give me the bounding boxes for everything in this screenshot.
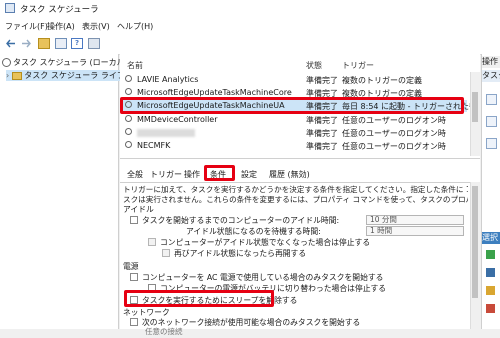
clock-icon — [2, 58, 11, 67]
tab-strip: 全般 トリガー 操作 条件 設定 履歴 (無効) — [120, 166, 480, 183]
folder-icon[interactable] — [38, 38, 50, 49]
forward-arrow-icon[interactable] — [20, 38, 32, 49]
task-name: MicrosoftEdgeUpdateTaskMachineCore — [137, 88, 292, 97]
task-status: 準備完了 — [306, 142, 338, 151]
task-status: 準備完了 — [306, 129, 338, 138]
task-scheduler-app-icon — [5, 3, 15, 13]
conditions-intro-line2: スクは実行されません。これらの条件を変更するには、プロパティ コマンドを使って、… — [123, 195, 468, 204]
tab-general[interactable]: 全般 — [127, 169, 143, 180]
task-trigger: 任意のユーザーのログオン時 — [342, 116, 446, 125]
tree-root-label: タスク スケジューラ (ローカル) — [13, 58, 128, 67]
menu-action[interactable]: 操作(A) — [47, 21, 75, 32]
tab-actions[interactable]: 操作 — [184, 169, 200, 180]
conditions-scrollbar[interactable] — [470, 182, 480, 329]
stop-icon[interactable] — [486, 268, 495, 277]
task-name: LAVIE Analytics — [137, 75, 199, 84]
idle-start-label: タスクを開始するまでのコンピューターのアイドル時間: — [142, 216, 340, 225]
task-row[interactable]: MMDeviceController 準備完了 任意のユーザーのログオン時 — [123, 114, 467, 126]
task-row[interactable]: 準備完了 任意のユーザーのログオン時 — [123, 127, 467, 139]
task-icon — [125, 115, 132, 122]
action-icon[interactable] — [486, 116, 497, 127]
highlight-selected-task — [120, 97, 464, 114]
task-trigger: 複数のトリガーの定義 — [342, 76, 422, 85]
power-ac-label: コンピューターを AC 電源で使用している場合のみタスクを開始する — [142, 273, 384, 282]
idle-wait-select[interactable]: 1 時間 — [366, 226, 464, 236]
window-title: タスク スケジューラ — [20, 5, 99, 15]
run-icon[interactable] — [486, 250, 495, 259]
task-row[interactable]: NECMFK 準備完了 任意のユーザーのログオン時 — [123, 140, 467, 152]
actions-header: 操作 — [482, 56, 500, 68]
power-section-label: 電源 — [123, 262, 139, 271]
folder-icon — [11, 71, 22, 80]
idle-start-checkbox[interactable] — [130, 216, 138, 224]
task-name: MMDeviceController — [137, 115, 218, 124]
tab-settings[interactable]: 設定 — [241, 169, 257, 180]
toolbar: ? — [0, 34, 500, 55]
title-bar: タスク スケジューラ — [0, 0, 500, 19]
scrollbar-thumb[interactable] — [472, 186, 478, 298]
task-name: NECMFK — [137, 141, 171, 150]
action-icon[interactable] — [486, 138, 497, 149]
task-icon — [125, 141, 132, 148]
task-status: 準備完了 — [306, 76, 338, 85]
idle-duration-select[interactable]: 10 分間 — [366, 215, 464, 225]
help-icon[interactable]: ? — [71, 38, 83, 49]
task-trigger: 任意のユーザーのログオン時 — [342, 142, 446, 151]
tree-root[interactable]: タスク スケジューラ (ローカル) — [2, 57, 128, 68]
idle-section-label: アイドル — [123, 205, 154, 214]
back-arrow-icon[interactable] — [5, 38, 17, 49]
highlight-wake-option — [124, 290, 274, 307]
task-trigger: 任意のユーザーのログオン時 — [342, 129, 446, 138]
highlight-conditions-tab — [204, 165, 235, 181]
task-status: 準備完了 — [306, 116, 338, 125]
task-row[interactable]: LAVIE Analytics 準備完了 複数のトリガーの定義 — [123, 74, 467, 86]
network-connection-select[interactable]: 任意の接続 — [142, 328, 262, 338]
network-checkbox[interactable] — [130, 318, 138, 326]
tab-triggers[interactable]: トリガー — [150, 169, 182, 180]
task-icon — [125, 128, 132, 135]
column-header-name[interactable]: 名前 — [127, 60, 143, 71]
actions-pane: 操作 タスク 選択 — [481, 54, 500, 329]
menu-view[interactable]: 表示(V) — [82, 21, 110, 32]
task-icon — [125, 75, 132, 82]
idle-restart-label: 再びアイドル状態になったら再開する — [174, 249, 307, 258]
task-icon — [125, 88, 132, 95]
menu-file[interactable]: ファイル(F) — [5, 21, 48, 32]
idle-restart-checkbox[interactable] — [162, 249, 170, 257]
power-ac-checkbox[interactable] — [130, 273, 138, 281]
menu-bar: ファイル(F) 操作(A) 表示(V) ヘルプ(H) — [0, 18, 500, 34]
column-header-status[interactable]: 状態 — [306, 60, 322, 71]
scrollbar-thumb[interactable] — [472, 92, 478, 122]
task-list-scrollbar[interactable] — [470, 72, 480, 156]
properties-icon[interactable] — [55, 38, 67, 49]
task-name-blurred — [137, 129, 195, 137]
tab-history[interactable]: 履歴 (無効) — [269, 169, 310, 180]
idle-stop-checkbox[interactable] — [148, 238, 156, 246]
action-icon[interactable] — [486, 94, 497, 105]
actions-item[interactable]: タスク — [482, 70, 500, 82]
idle-stop-label: コンピューターがアイドル状態でなくなった場合は停止する — [160, 238, 371, 247]
actions-selected-section[interactable]: 選択 — [482, 232, 500, 244]
pane-divider — [120, 158, 480, 159]
column-header-trigger[interactable]: トリガー — [342, 60, 374, 71]
export-icon[interactable] — [486, 286, 495, 295]
chevron-right-icon: › — [6, 71, 10, 80]
idle-wait-label: アイドル状態になるのを待機する時間: — [186, 227, 321, 236]
navigation-tree: タスク スケジューラ (ローカル) › タスク スケジューラ ライブラリ — [0, 54, 144, 329]
show-hide-pane-icon[interactable] — [88, 38, 100, 49]
delete-icon[interactable] — [486, 304, 495, 313]
main-pane: 名前 状態 トリガー LAVIE Analytics 準備完了 複数のトリガーの… — [120, 54, 485, 336]
menu-help[interactable]: ヘルプ(H) — [117, 21, 153, 32]
